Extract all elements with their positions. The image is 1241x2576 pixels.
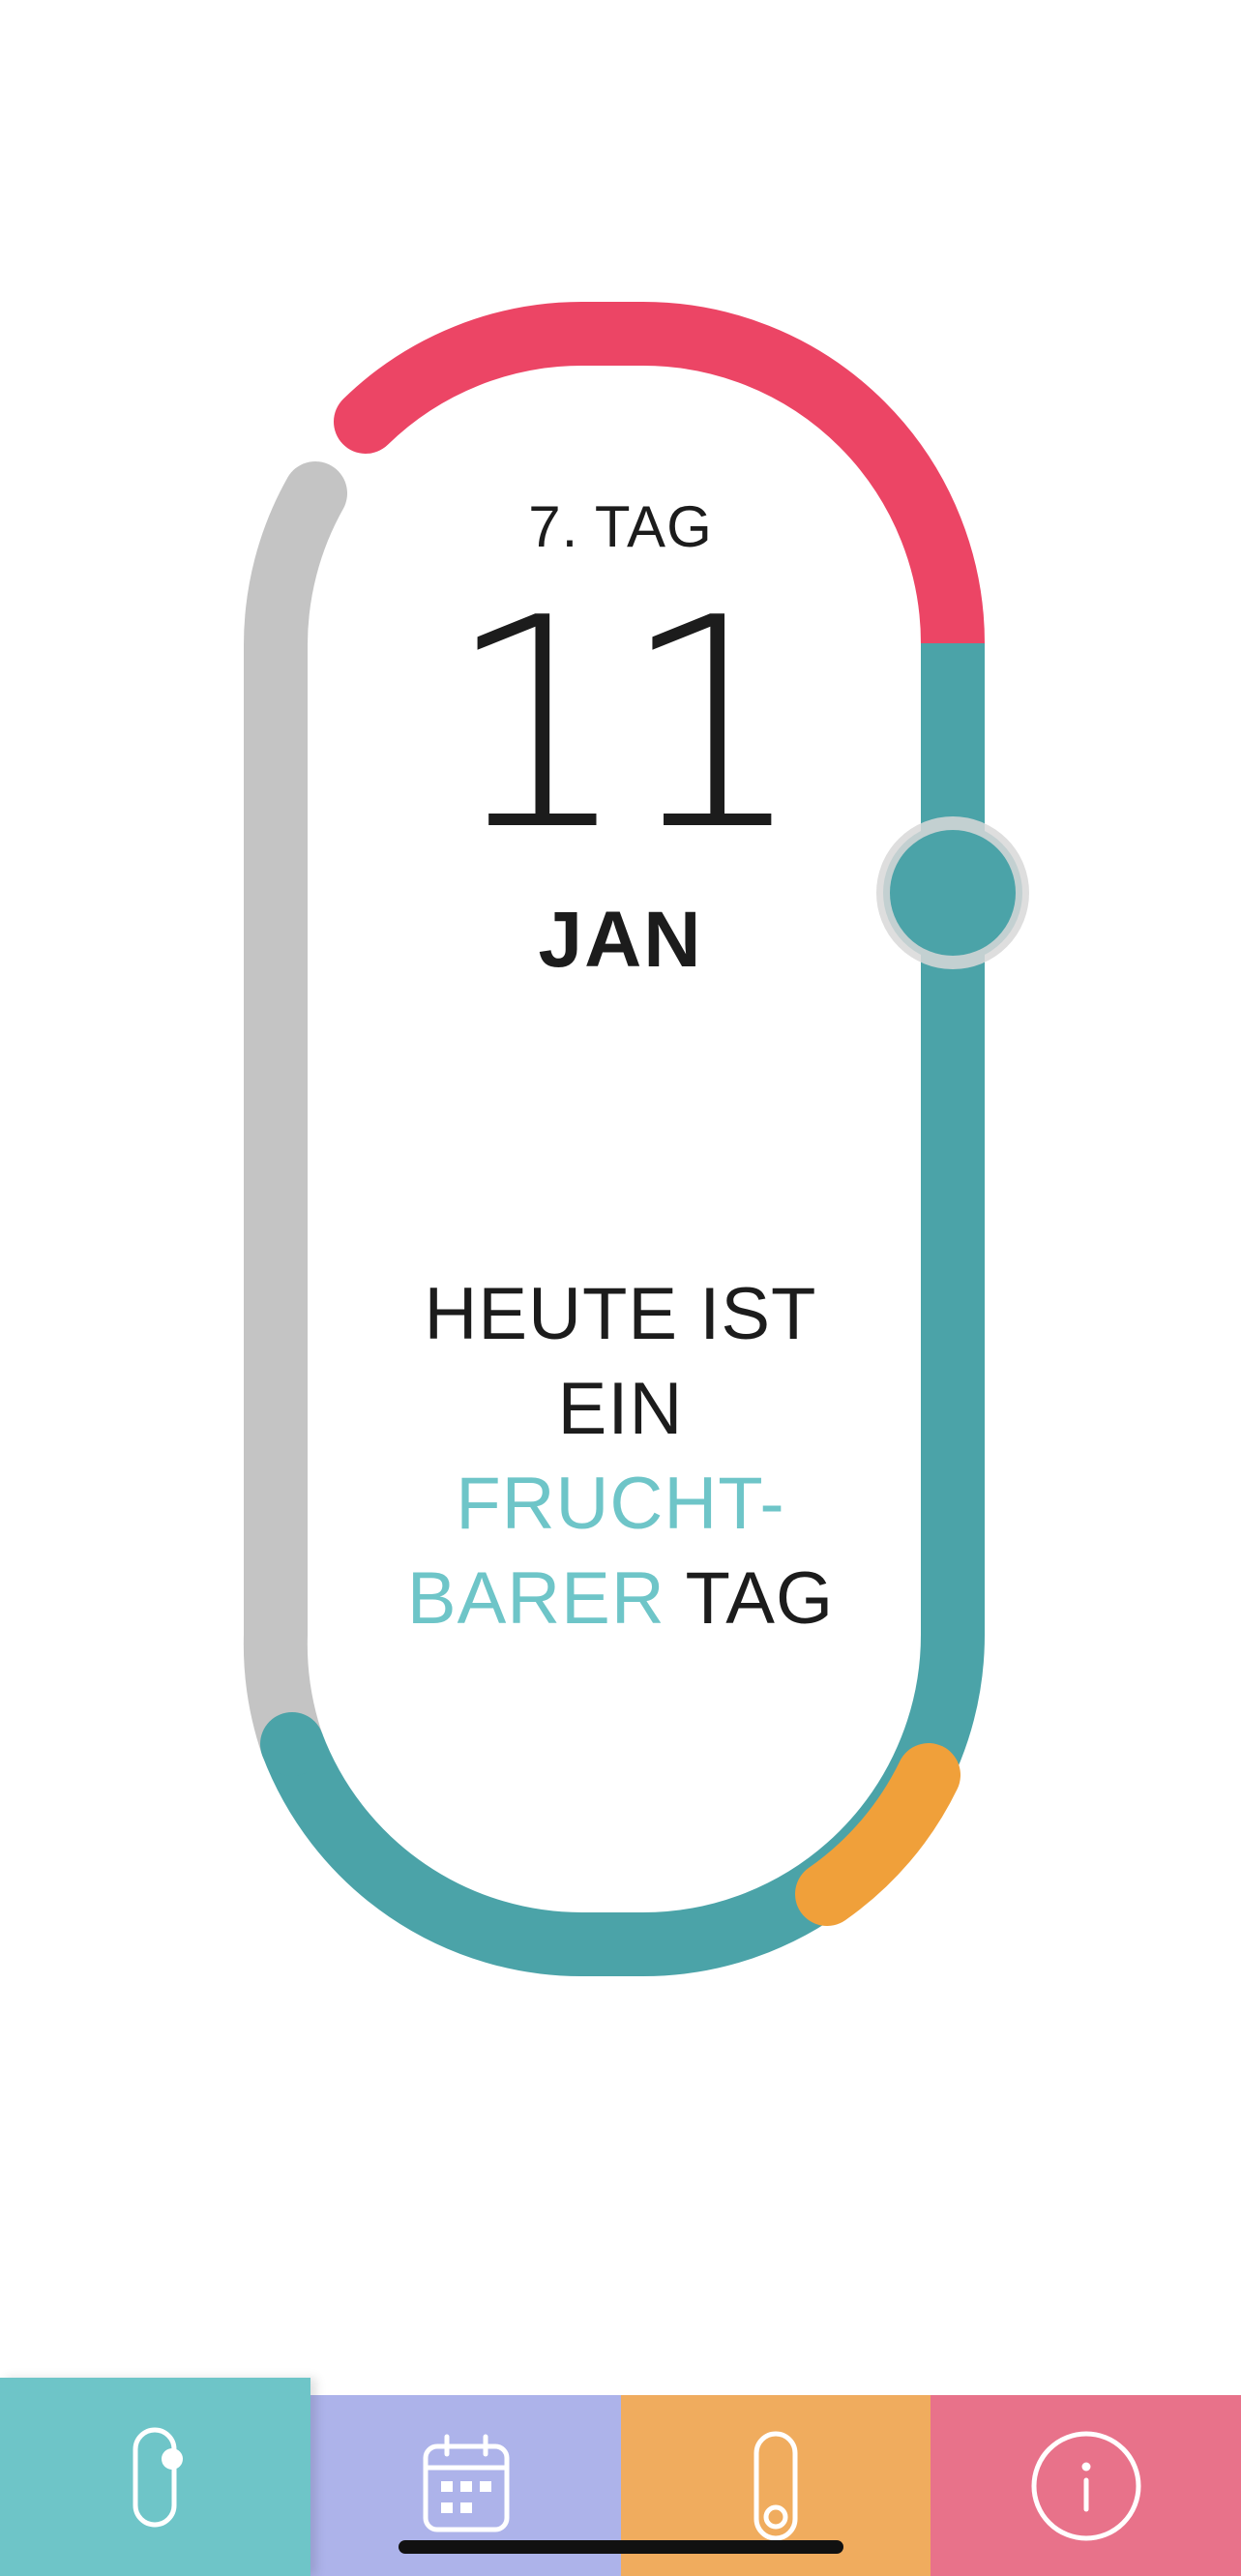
status-accent-2: BARER bbox=[406, 1557, 665, 1640]
cycle-pill-icon bbox=[133, 2427, 183, 2527]
info-icon bbox=[1031, 2431, 1140, 2540]
date-month: JAN bbox=[538, 896, 703, 984]
status-suffix: TAG bbox=[685, 1557, 835, 1640]
calendar-icon bbox=[423, 2434, 509, 2532]
cycle-day-label: 7. TAG bbox=[528, 494, 713, 559]
cycle-segment-fertile-cap bbox=[260, 1712, 324, 1776]
pill-icon bbox=[753, 2431, 798, 2540]
status-line-2: EIN bbox=[557, 1368, 684, 1450]
cycle-ring bbox=[243, 301, 1029, 1977]
tab-info[interactable] bbox=[931, 2395, 1241, 2576]
cycle-screen: 7. TAG 11 JAN HEUTE IST EIN FRUCHT- BARE… bbox=[0, 0, 1241, 2576]
status-accent-1: FRUCHT- bbox=[456, 1463, 785, 1545]
tab-cycle[interactable] bbox=[0, 2378, 310, 2576]
date-day-number: 11 bbox=[445, 556, 806, 894]
home-indicator bbox=[399, 2540, 843, 2554]
fertility-status: HEUTE IST EIN FRUCHT- BARER TAG bbox=[0, 1267, 1241, 1646]
status-line-1: HEUTE IST bbox=[424, 1273, 817, 1355]
